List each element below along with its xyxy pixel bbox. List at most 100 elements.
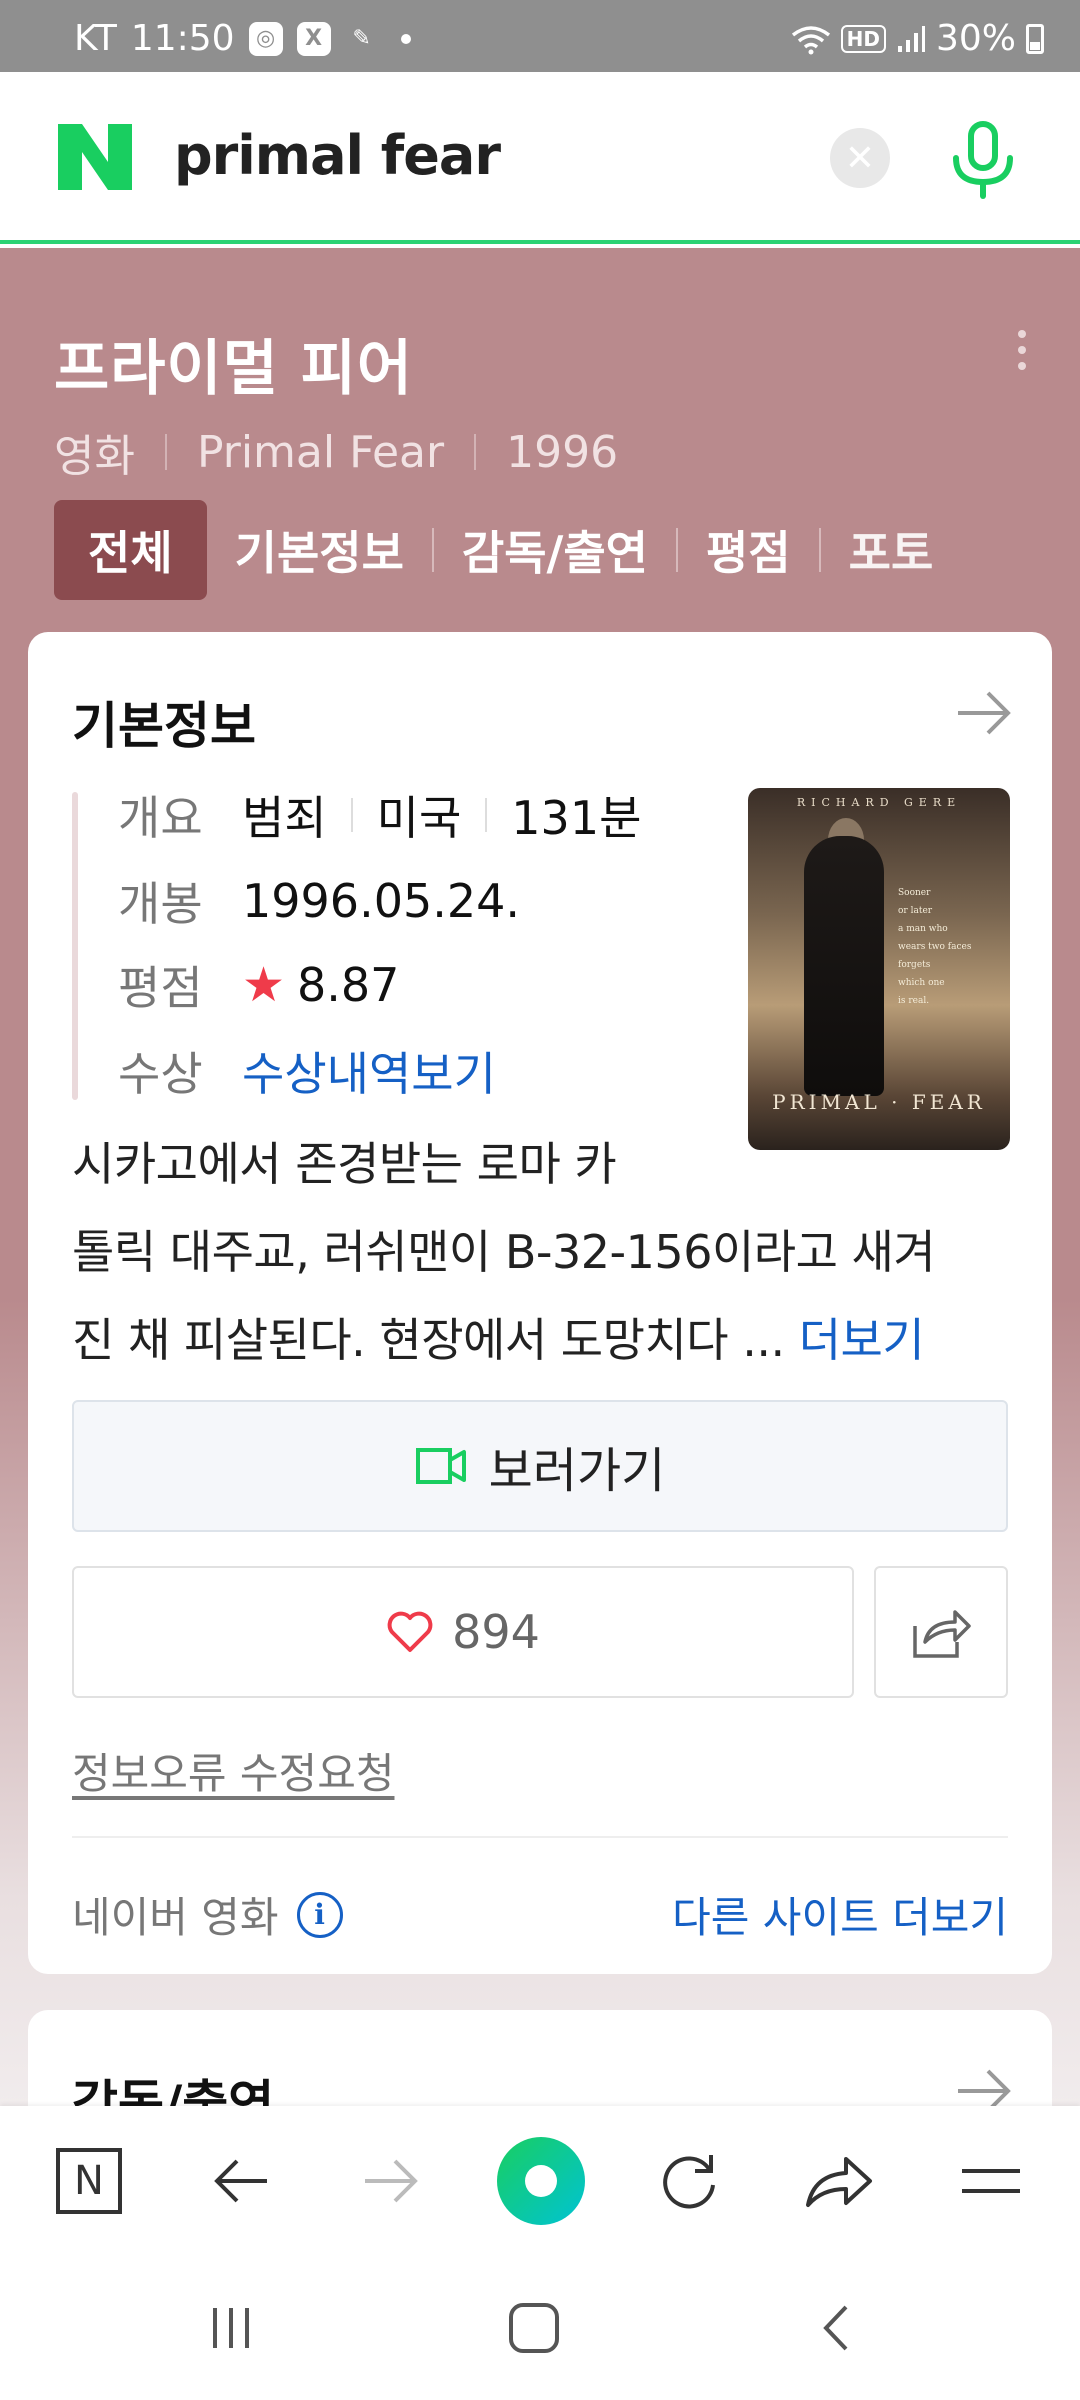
more-options-icon[interactable]	[1018, 330, 1028, 370]
poster-tagline: Sooner or later a man who wears two face…	[898, 888, 972, 1006]
other-sites-link[interactable]: 다른 사이트 더보기	[672, 1884, 1008, 1945]
x-icon: X	[296, 21, 331, 56]
info-accent-line	[72, 792, 78, 1100]
hd-icon: HD	[840, 24, 886, 53]
rating-value-wrap: ★ 8.87	[242, 957, 399, 1013]
home-nav-button[interactable]	[494, 2296, 574, 2360]
card-divider	[72, 1836, 1008, 1838]
share-arrow-icon	[806, 2157, 872, 2207]
video-camera-icon	[415, 1448, 466, 1484]
clear-search-button[interactable]: ✕	[830, 128, 890, 188]
source-label-wrap: 네이버 영화 i	[72, 1884, 343, 1945]
section-title: 기본정보	[72, 697, 256, 755]
movie-title: 프라이멀 피어	[54, 334, 414, 404]
close-icon: ✕	[844, 137, 876, 179]
time-label: 11:50	[130, 18, 235, 59]
system-nav-bar	[0, 2256, 1080, 2400]
basic-info-card: 기본정보 개요 범죄 미국 131분 개봉 1996.05.24. 평점 ★ 8…	[28, 632, 1052, 1974]
arrow-right-icon[interactable]	[956, 690, 1012, 736]
rating-row: 평점 ★ 8.87	[118, 952, 399, 1018]
meta-divider	[474, 434, 477, 470]
poster-top-text: RICHARD GERE	[796, 796, 962, 809]
share-icon	[913, 1610, 971, 1658]
arrow-right-icon	[365, 2159, 418, 2203]
synopsis-more-link[interactable]: 더보기	[799, 1313, 925, 1367]
award-label: 수상	[118, 1047, 203, 1101]
green-dot-icon	[497, 2137, 585, 2225]
back-button[interactable]	[196, 2136, 286, 2226]
carrier-label: KT	[74, 18, 117, 59]
microphone-icon[interactable]	[948, 120, 1018, 200]
tab-rating[interactable]: 평점	[678, 500, 819, 600]
movie-poster[interactable]: RICHARD GERE Sooner or later a man who w…	[748, 788, 1010, 1150]
release-row: 개봉 1996.05.24.	[118, 868, 520, 934]
menu-icon	[962, 2169, 1020, 2193]
award-link[interactable]: 수상내역보기	[242, 1038, 496, 1104]
home-square-icon	[509, 2303, 559, 2353]
tab-director-cast[interactable]: 감독/출연	[434, 500, 676, 600]
battery-icon	[1026, 23, 1044, 54]
award-row: 수상 수상내역보기	[118, 1038, 496, 1104]
feather-icon: ✎	[352, 26, 371, 51]
notification-dot-icon	[400, 33, 411, 44]
share-button[interactable]	[874, 1566, 1008, 1698]
country-value: 미국	[376, 791, 462, 845]
back-nav-button[interactable]	[796, 2296, 876, 2360]
watch-button[interactable]: 보러가기	[72, 1400, 1008, 1532]
heart-icon	[387, 1611, 433, 1652]
share-page-button[interactable]	[794, 2136, 884, 2226]
tab-all[interactable]: 전체	[54, 500, 207, 600]
star-icon: ★	[242, 957, 286, 1013]
like-count: 894	[452, 1605, 540, 1659]
search-input[interactable]: primal fear	[174, 124, 501, 187]
info-icon[interactable]: i	[296, 1891, 343, 1938]
value-divider	[485, 798, 488, 832]
menu-button[interactable]	[946, 2136, 1036, 2226]
meta-year: 1996	[506, 426, 619, 478]
synopsis-line: 톨릭 대주교, 러쉬맨이 B-32-156이라고 새겨	[72, 1225, 936, 1279]
overview-label: 개요	[118, 791, 203, 845]
compass-icon: ◎	[248, 21, 283, 56]
meta-divider	[164, 434, 167, 470]
naver-logo-icon[interactable]	[58, 124, 132, 190]
chevron-left-icon	[823, 2305, 848, 2351]
overview-row: 개요 범죄 미국 131분	[118, 782, 641, 848]
rating-label: 평점	[118, 961, 203, 1015]
forward-button[interactable]	[346, 2136, 436, 2226]
tab-basic-info[interactable]: 기본정보	[207, 500, 432, 600]
browser-toolbar: N	[0, 2106, 1080, 2256]
like-button[interactable]: 894	[72, 1566, 854, 1698]
release-value: 1996.05.24.	[242, 874, 520, 928]
synopsis: 시카고에서 존경받는 로마 카 톨릭 대주교, 러쉬맨이 B-32-156이라고…	[72, 1120, 1032, 1384]
arrow-left-icon	[214, 2159, 267, 2203]
battery-label: 30%	[935, 18, 1016, 59]
status-bar-right: HD 30%	[791, 18, 1044, 59]
runtime-value: 131분	[511, 791, 642, 845]
source-label: 네이버 영화	[72, 1893, 279, 1942]
synopsis-line: 진 채 피살된다. 현장에서 도망치다 ... 더보기	[72, 1313, 925, 1367]
green-dot-button[interactable]	[496, 2136, 586, 2226]
meta-type: 영화	[54, 431, 135, 482]
tab-photo[interactable]: 포토	[821, 500, 962, 600]
release-label: 개봉	[118, 877, 203, 931]
genre-value: 범죄	[242, 791, 327, 845]
overview-values: 범죄 미국 131분	[242, 782, 641, 848]
poster-figure	[804, 836, 884, 1096]
naver-home-icon: N	[56, 2148, 122, 2214]
watch-label: 보러가기	[488, 1443, 666, 1499]
recent-apps-button[interactable]	[192, 2296, 272, 2360]
meta-original-title: Primal Fear	[196, 426, 445, 478]
home-button[interactable]: N	[44, 2136, 134, 2226]
signal-icon	[897, 25, 925, 52]
recent-apps-icon	[213, 2308, 249, 2348]
status-bar: KT 11:50 ◎ X ✎ HD 30%	[0, 0, 1080, 72]
status-bar-left: KT 11:50 ◎ X ✎	[74, 18, 411, 59]
wifi-icon	[791, 25, 830, 54]
search-bar: primal fear ✕	[0, 72, 1080, 244]
value-divider	[350, 798, 353, 832]
rating-value: 8.87	[297, 958, 400, 1012]
poster-bottom-text: PRIMAL · FEAR	[772, 1090, 986, 1114]
synopsis-line: 시카고에서 존경받는 로마 카	[72, 1137, 617, 1191]
refresh-button[interactable]	[644, 2136, 734, 2226]
error-report-link[interactable]: 정보오류 수정요청	[72, 1740, 394, 1801]
